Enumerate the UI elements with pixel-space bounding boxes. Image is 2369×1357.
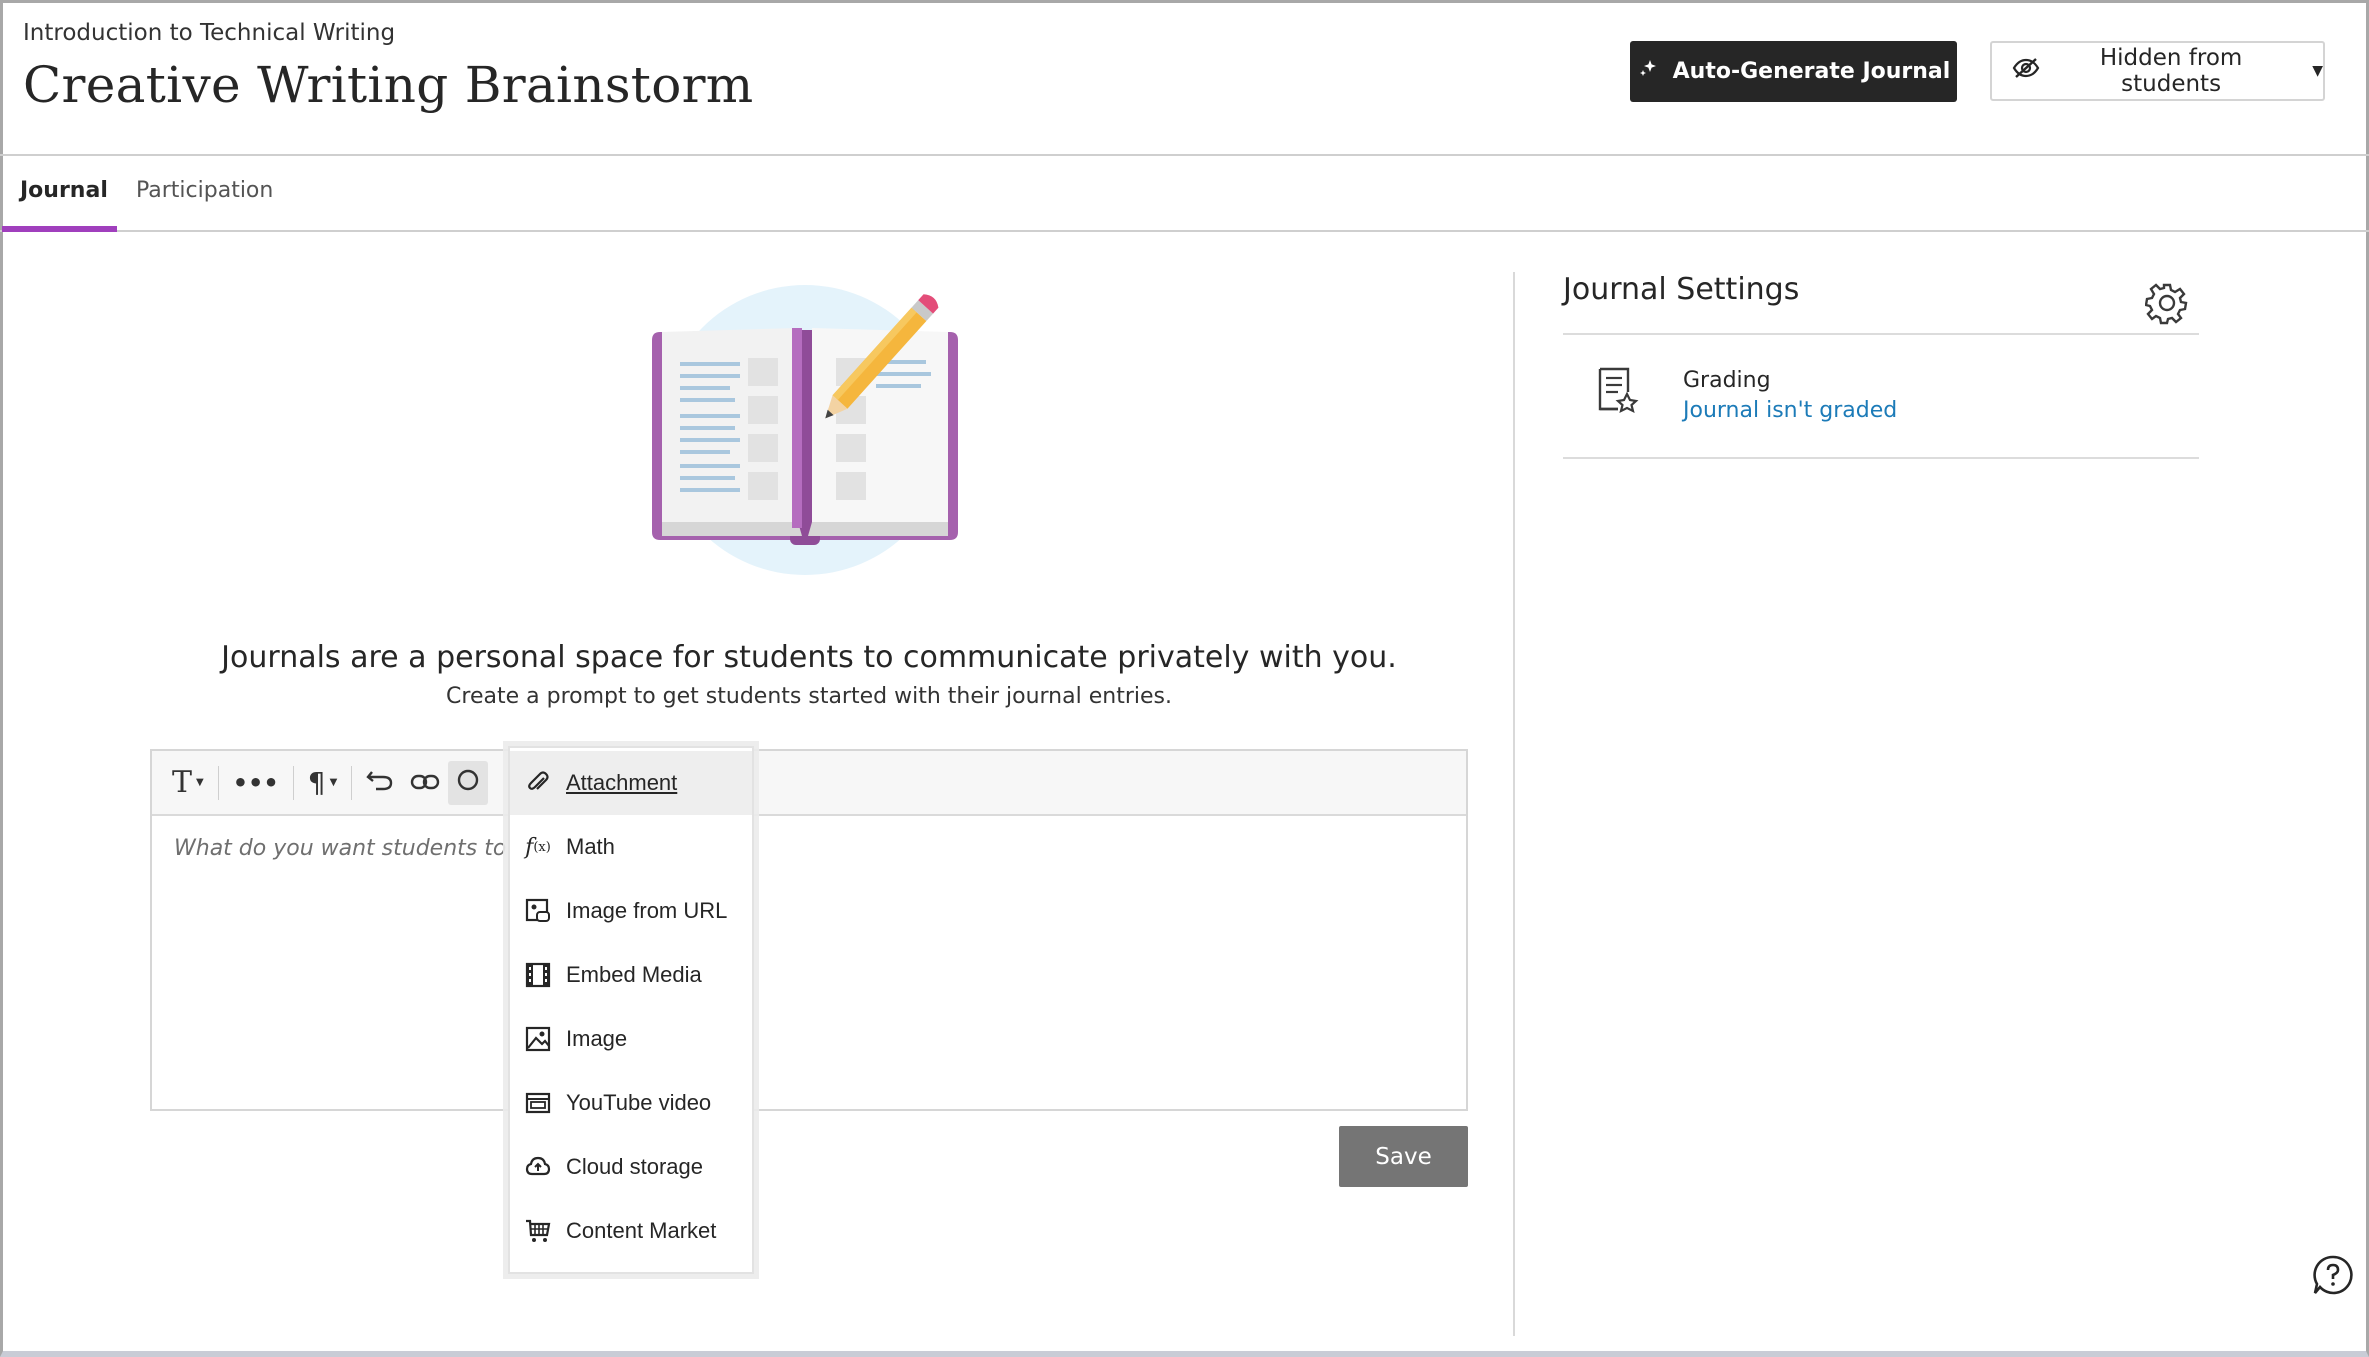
- panel-divider: [1513, 272, 1515, 1336]
- settings-title: Journal Settings: [1563, 272, 1800, 307]
- editor-toolbar: T ▼ ••• ¶ ▼: [152, 751, 1466, 816]
- menu-item-label: Math: [566, 834, 615, 859]
- link-button[interactable]: [402, 761, 448, 805]
- intro-title: Journals are a personal space for studen…: [221, 640, 1397, 675]
- tab-bar: Journal Participation: [0, 156, 2369, 232]
- menu-item-label: Embed Media: [566, 962, 702, 987]
- video-icon: [524, 1089, 552, 1117]
- sparkle-icon: [1637, 57, 1661, 87]
- cloud-icon: [524, 1153, 552, 1181]
- visibility-dropdown[interactable]: Hidden from students ▼: [1990, 41, 2325, 101]
- image-url-icon: [524, 897, 552, 925]
- auto-generate-journal-button[interactable]: Auto-Generate Journal: [1630, 41, 1957, 102]
- menu-item-label: Image from URL: [566, 898, 728, 923]
- math-icon: f (x): [525, 834, 551, 860]
- help-icon[interactable]: [2312, 1254, 2354, 1296]
- editor-textarea[interactable]: What do you want students to focu: [152, 816, 1466, 881]
- paragraph-button[interactable]: ¶ ▼: [300, 761, 346, 805]
- cart-icon: [524, 1217, 552, 1245]
- auto-generate-label: Auto-Generate Journal: [1672, 59, 1951, 84]
- course-name[interactable]: Introduction to Technical Writing: [23, 20, 395, 46]
- menu-item-attachment[interactable]: Attachment: [510, 751, 752, 815]
- grading-link[interactable]: Journal isn't graded: [1683, 398, 1897, 423]
- menu-item-label: Image: [566, 1026, 628, 1051]
- menu-item-cloud-storage[interactable]: Cloud storage: [510, 1135, 752, 1199]
- text-format-button[interactable]: T ▼: [164, 761, 212, 805]
- save-button[interactable]: Save: [1339, 1126, 1468, 1187]
- more-icon: •••: [232, 768, 279, 797]
- insert-content-button[interactable]: [448, 760, 489, 805]
- undo-icon: [366, 766, 394, 799]
- toolbar-divider: [292, 765, 294, 800]
- page-header: Introduction to Technical Writing Creati…: [0, 0, 2369, 156]
- menu-item-content-market[interactable]: Content Market: [510, 1199, 752, 1263]
- journal-illustration: [640, 280, 970, 590]
- menu-item-label: Cloud storage: [566, 1154, 703, 1179]
- film-icon: [524, 961, 552, 989]
- insert-content-menu: Attachment f (x) Math Image from URL Embe…: [508, 746, 754, 1274]
- insert-content-icon: [456, 766, 480, 799]
- menu-item-label: Content Market: [566, 1218, 717, 1243]
- settings-divider: [1563, 457, 2199, 459]
- menu-item-image[interactable]: Image: [510, 1007, 752, 1071]
- chevron-down-icon: ▼: [196, 777, 204, 788]
- tab-participation[interactable]: Participation: [118, 178, 289, 232]
- paperclip-icon: [524, 769, 552, 797]
- gear-icon[interactable]: [2144, 281, 2189, 325]
- menu-item-label: YouTube video: [566, 1090, 712, 1115]
- eye-slash-icon: [2012, 57, 2040, 85]
- paragraph-icon: ¶: [307, 766, 326, 799]
- grading-icon: [1596, 366, 1640, 414]
- visibility-label: Hidden from students: [2099, 45, 2243, 97]
- image-icon: [524, 1025, 552, 1053]
- menu-item-math[interactable]: f (x) Math: [510, 815, 752, 879]
- toolbar-divider: [351, 765, 353, 800]
- menu-item-label: Attachment: [566, 770, 678, 795]
- undo-button[interactable]: [358, 761, 402, 805]
- toolbar-divider: [217, 765, 219, 800]
- tab-journal[interactable]: Journal: [2, 178, 117, 232]
- menu-item-image-from-url[interactable]: Image from URL: [510, 879, 752, 943]
- menu-item-embed-media[interactable]: Embed Media: [510, 943, 752, 1007]
- chevron-down-icon: ▼: [2312, 63, 2323, 79]
- prompt-editor: T ▼ ••• ¶ ▼ What do you want students to f…: [150, 749, 1468, 1111]
- more-options-button[interactable]: •••: [225, 761, 287, 805]
- link-icon: [410, 766, 440, 799]
- menu-item-youtube-video[interactable]: YouTube video: [510, 1071, 752, 1135]
- settings-divider: [1563, 333, 2199, 335]
- chevron-down-icon: ▼: [329, 777, 338, 788]
- intro-subtitle: Create a prompt to get students started …: [446, 684, 1172, 709]
- text-format-icon: T: [172, 765, 193, 800]
- grading-label: Grading: [1683, 368, 1771, 393]
- page-title: Creative Writing Brainstorm: [23, 56, 754, 114]
